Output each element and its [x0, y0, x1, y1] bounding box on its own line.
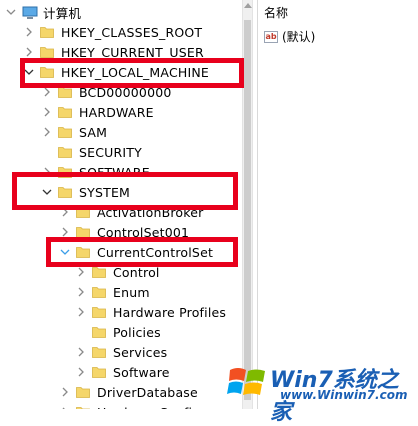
- tree-node[interactable]: Policies: [76, 322, 161, 342]
- tree-node[interactable]: BCD00000000: [42, 82, 172, 102]
- tree-node[interactable]: HardwareConfig: [60, 402, 200, 409]
- folder-icon: [92, 366, 106, 378]
- chevron-right-icon[interactable]: [42, 167, 52, 177]
- tree-node-label: HARDWARE: [79, 104, 154, 120]
- column-header-name[interactable]: 名称: [264, 4, 288, 21]
- tree-node-label: SYSTEM: [79, 184, 131, 200]
- tree-node[interactable]: ControlSet001: [60, 222, 189, 242]
- folder-icon: [58, 106, 72, 118]
- tree-node[interactable]: HKEY_CURRENT_USER: [24, 42, 204, 62]
- tree-node[interactable]: Hardware Profiles: [76, 302, 226, 322]
- empty-expander: [76, 327, 86, 337]
- tree-node[interactable]: Software: [76, 362, 170, 382]
- tree-node-label: HKEY_CURRENT_USER: [61, 44, 204, 60]
- chevron-down-icon[interactable]: [6, 7, 16, 17]
- chevron-right-icon[interactable]: [42, 87, 52, 97]
- chevron-right-icon[interactable]: [42, 107, 52, 117]
- chevron-down-icon[interactable]: [42, 187, 52, 197]
- windows-logo-icon: [227, 368, 265, 395]
- chevron-right-icon[interactable]: [60, 207, 70, 217]
- string-value-icon: ab: [264, 30, 278, 43]
- folder-icon: [76, 206, 90, 218]
- tree-node[interactable]: SYSTEM: [42, 182, 130, 202]
- tree-vertical-scrollbar[interactable]: [242, 0, 253, 409]
- chevron-right-icon[interactable]: [24, 47, 34, 57]
- folder-icon: [76, 386, 90, 398]
- chevron-right-icon[interactable]: [60, 227, 70, 237]
- chevron-down-icon[interactable]: [60, 247, 70, 257]
- tree-node[interactable]: SOFTWARE: [42, 162, 150, 182]
- folder-icon: [92, 286, 106, 298]
- value-name: (默认): [282, 30, 316, 44]
- value-row[interactable]: ab (默认): [264, 28, 315, 45]
- chevron-down-icon[interactable]: [24, 67, 34, 77]
- tree-node-label: Policies: [113, 324, 161, 340]
- folder-icon: [58, 186, 72, 198]
- tree-node-label: BCD00000000: [79, 84, 172, 100]
- chevron-right-icon[interactable]: [76, 347, 86, 357]
- chevron-right-icon[interactable]: [76, 367, 86, 377]
- folder-icon: [40, 46, 54, 58]
- tree-node-label: SECURITY: [79, 144, 142, 160]
- tree-node-label: Enum: [113, 284, 150, 300]
- folder-icon: [58, 166, 72, 178]
- chevron-right-icon[interactable]: [76, 287, 86, 297]
- watermark: Win7系统之家 www.Winwin7.com: [222, 358, 418, 425]
- folder-icon: [92, 346, 106, 358]
- tree-node-label: Hardware Profiles: [113, 304, 227, 320]
- chevron-right-icon[interactable]: [24, 27, 34, 37]
- tree-node[interactable]: HARDWARE: [42, 102, 154, 122]
- folder-icon: [92, 266, 106, 278]
- tree-node[interactable]: HKEY_LOCAL_MACHINE: [24, 62, 209, 82]
- tree-node-label: 计算机: [43, 5, 82, 21]
- folder-icon: [92, 326, 106, 338]
- tree-node-label: SOFTWARE: [79, 164, 150, 180]
- tree-node-label: SAM: [79, 124, 108, 140]
- folder-icon: [40, 26, 54, 38]
- empty-expander: [42, 147, 52, 157]
- tree-node[interactable]: DriverDatabase: [60, 382, 198, 402]
- tree-node[interactable]: HKEY_CLASSES_ROOT: [24, 22, 202, 42]
- tree-node-label: HKEY_LOCAL_MACHINE: [61, 64, 210, 80]
- tree-node-label: DriverDatabase: [97, 384, 198, 400]
- tree-node[interactable]: Control: [76, 262, 160, 282]
- chevron-right-icon[interactable]: [76, 307, 86, 317]
- folder-icon: [58, 146, 72, 158]
- chevron-right-icon[interactable]: [42, 127, 52, 137]
- tree-node-computer[interactable]: 计算机: [6, 2, 81, 22]
- watermark-url: www.Winwin7.com: [280, 388, 408, 402]
- scroll-up-icon[interactable]: [244, 3, 252, 8]
- tree-node-label: Services: [113, 344, 168, 360]
- tree-node-label: ActivationBroker: [97, 204, 204, 220]
- scrollbar-thumb[interactable]: [244, 20, 251, 400]
- registry-tree[interactable]: 计算机 HKEY_CLASSES_ROOT HKEY_CURRENT_USER HK…: [0, 0, 242, 409]
- tree-node-label: Software: [113, 364, 170, 380]
- chevron-right-icon[interactable]: [76, 267, 86, 277]
- folder-icon: [40, 66, 54, 78]
- chevron-right-icon[interactable]: [60, 387, 70, 397]
- tree-node-label: HardwareConfig: [97, 405, 200, 410]
- folder-icon: [58, 86, 72, 98]
- tree-node[interactable]: SAM: [42, 122, 107, 142]
- tree-node-label: HKEY_CLASSES_ROOT: [61, 24, 203, 40]
- folder-icon: [76, 246, 90, 258]
- folder-icon: [76, 226, 90, 238]
- computer-icon: [22, 6, 38, 19]
- folder-icon: [58, 126, 72, 138]
- tree-node[interactable]: Services: [76, 342, 167, 362]
- tree-node[interactable]: CurrentControlSet: [60, 242, 213, 262]
- values-list[interactable]: 名称 ab (默认): [258, 0, 418, 409]
- tree-node-label: CurrentControlSet: [97, 244, 214, 260]
- tree-node[interactable]: Enum: [76, 282, 150, 302]
- tree-node[interactable]: SECURITY: [42, 142, 142, 162]
- tree-node-label: ControlSet001: [97, 224, 190, 240]
- folder-icon: [92, 306, 106, 318]
- tree-node-label: Control: [113, 264, 160, 280]
- tree-node[interactable]: ActivationBroker: [60, 202, 204, 222]
